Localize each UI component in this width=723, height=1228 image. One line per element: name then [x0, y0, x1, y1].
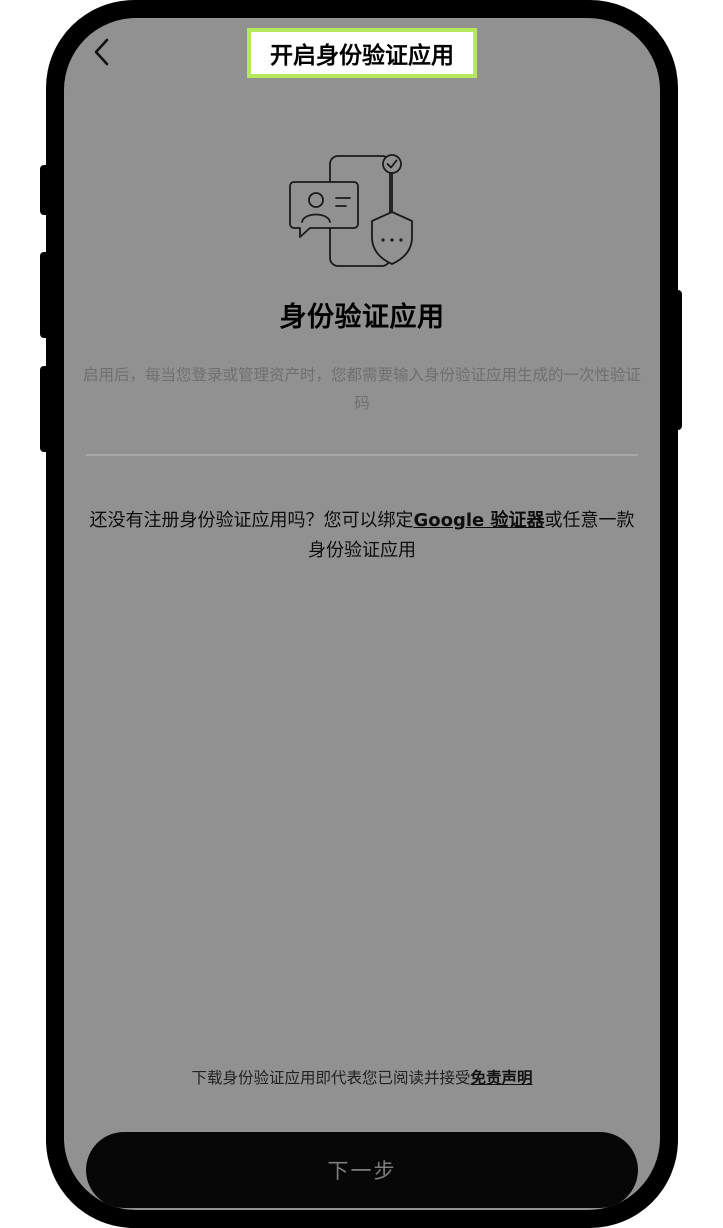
google-authenticator-link[interactable]: Google 验证器	[413, 510, 544, 531]
authenticator-app-illustration-icon	[289, 154, 413, 267]
next-step-button[interactable]: 下一步	[86, 1132, 638, 1208]
disclaimer-text: 下载身份验证应用即代表您已阅读并接受免责声明	[64, 1066, 660, 1088]
device-mockup: 开启身份验证应用 身份验证应用 启用后，每当您登录或管理资产时，您都需要输入身份…	[0, 0, 723, 1228]
phone-side-button	[672, 290, 682, 430]
app-screen: 开启身份验证应用 身份验证应用 启用后，每当您登录或管理资产时，您都需要输入身份…	[64, 18, 660, 1210]
chevron-left-icon	[94, 38, 109, 66]
phone-side-button	[40, 252, 50, 338]
phone-side-button	[40, 366, 50, 452]
disclaimer-link[interactable]: 免责声明	[471, 1069, 533, 1087]
section-heading: 身份验证应用	[279, 302, 445, 333]
phone-side-button	[40, 165, 50, 215]
back-button[interactable]	[86, 34, 116, 70]
page-title: 开启身份验证应用	[247, 28, 477, 78]
feature-description: 启用后，每当您登录或管理资产时，您都需要输入身份验证应用生成的一次性验证码	[82, 366, 641, 412]
divider	[86, 454, 638, 456]
disclaimer-text-before: 下载身份验证应用即代表您已阅读并接受	[191, 1069, 471, 1087]
prompt-text-before: 还没有注册身份验证应用吗？您可以绑定	[89, 510, 414, 531]
register-prompt: 还没有注册身份验证应用吗？您可以绑定Google 验证器或任意一款身份验证应用	[82, 506, 642, 566]
